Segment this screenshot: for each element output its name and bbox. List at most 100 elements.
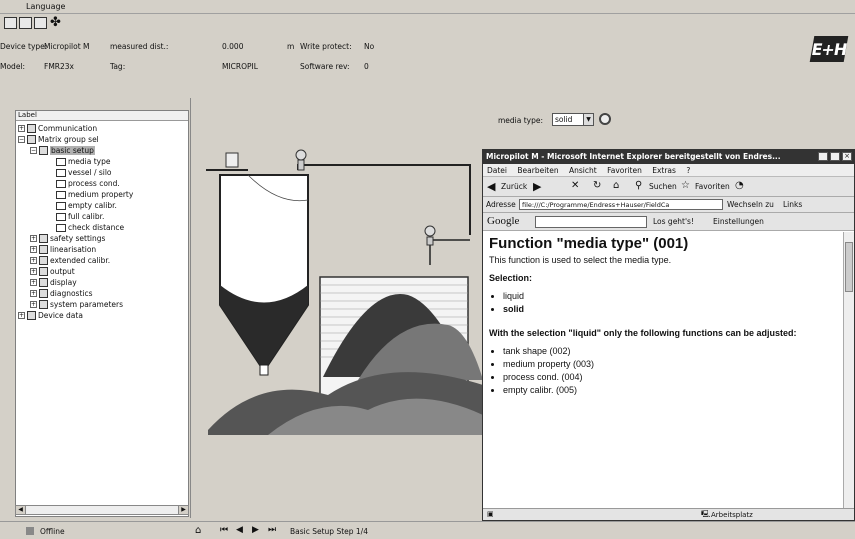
last-step-icon[interactable]: ⏭ xyxy=(268,525,276,535)
search-button[interactable]: Suchen xyxy=(649,182,677,191)
stop-icon[interactable]: ✕ xyxy=(571,180,579,191)
back-icon[interactable]: ◀ xyxy=(487,180,495,193)
parameter-icon xyxy=(56,201,66,210)
favorites-icon[interactable]: ☆ xyxy=(681,180,690,191)
expand-icon[interactable]: + xyxy=(30,246,37,253)
folder-icon xyxy=(27,124,36,133)
model-label: Model: xyxy=(0,62,26,71)
help-intro: This function is used to select the medi… xyxy=(489,255,672,265)
google-settings-button[interactable]: Einstellungen xyxy=(713,217,764,226)
option-solid: solid xyxy=(503,304,838,314)
minimize-icon[interactable] xyxy=(818,152,828,161)
collapse-icon[interactable]: − xyxy=(18,136,25,143)
tree-horizontal-scrollbar[interactable]: ◀ ▶ xyxy=(15,505,189,515)
tree-item-extended-calibr[interactable]: + extended calibr. xyxy=(30,255,110,266)
parameter-icon xyxy=(56,168,66,177)
tree-item-display[interactable]: + display xyxy=(30,277,77,288)
scroll-right-icon[interactable]: ▶ xyxy=(178,506,188,514)
home-icon[interactable]: ⌂ xyxy=(613,180,619,191)
tree-item-basic-setup[interactable]: − basic setup xyxy=(30,145,95,156)
tree-item-system-parameters[interactable]: + system parameters xyxy=(30,299,123,310)
chevron-down-icon[interactable]: ▼ xyxy=(583,114,593,125)
back-button[interactable]: Zurück xyxy=(501,182,527,191)
home-nav-icon[interactable]: ⌂ xyxy=(195,525,201,536)
folder-icon xyxy=(27,311,36,320)
tree-item-communication[interactable]: + Communication xyxy=(18,123,97,134)
selection-label: Selection: xyxy=(489,273,533,283)
first-step-icon[interactable]: ⏮ xyxy=(220,525,228,535)
address-label: Adresse xyxy=(486,200,516,209)
parameter-icon xyxy=(56,212,66,221)
tree-item-empty-calibr[interactable]: empty calibr. xyxy=(56,200,117,211)
tree-item-linearisation[interactable]: + linearisation xyxy=(30,244,96,255)
tree-item-matrix-group[interactable]: − Matrix group sel xyxy=(18,134,99,145)
toolbar-open-icon[interactable] xyxy=(4,17,17,29)
silo-illustration xyxy=(206,149,483,435)
search-icon[interactable]: ⚲ xyxy=(635,180,642,191)
write-protect-label: Write protect: xyxy=(300,42,352,51)
expand-icon[interactable]: + xyxy=(30,268,37,275)
links-button[interactable]: Links xyxy=(783,200,802,209)
browser-title-bar: Micropilot M - Microsoft Internet Explor… xyxy=(483,150,854,164)
menu-ansicht[interactable]: Ansicht xyxy=(569,166,597,175)
function-item: medium property (003) xyxy=(503,359,838,369)
software-label: Software rev: xyxy=(300,62,350,71)
expand-icon[interactable]: + xyxy=(30,301,37,308)
toolbar-print-icon[interactable] xyxy=(34,17,47,29)
media-type-select[interactable]: solid ▼ xyxy=(552,113,594,126)
model-value: FMR23x xyxy=(44,62,74,71)
tag-value: MICROPIL xyxy=(222,62,258,71)
offline-status: Offline xyxy=(40,527,65,536)
refresh-icon[interactable] xyxy=(599,113,611,125)
refresh-page-icon[interactable]: ↻ xyxy=(593,180,601,191)
tree-item-process-cond[interactable]: process cond. xyxy=(56,178,120,189)
browser-vertical-scrollbar[interactable] xyxy=(843,232,854,508)
tree-item-full-calibr[interactable]: full calibr. xyxy=(56,211,104,222)
tree-item-vessel-silo[interactable]: vessel / silo xyxy=(56,167,112,178)
go-button[interactable]: Wechseln zu xyxy=(727,200,774,209)
menu-extras[interactable]: Extras xyxy=(652,166,676,175)
folder-icon xyxy=(39,278,48,287)
forward-icon[interactable]: ▶ xyxy=(533,180,541,193)
tree-item-diagnostics[interactable]: + diagnostics xyxy=(30,288,93,299)
expand-icon[interactable]: + xyxy=(30,257,37,264)
previous-step-icon[interactable]: ◀ xyxy=(236,525,243,535)
menu-language[interactable]: Language xyxy=(26,2,65,11)
function-list: tank shape (002) medium property (003) p… xyxy=(503,346,838,395)
menu-bar: Language xyxy=(0,0,855,14)
expand-icon[interactable]: + xyxy=(30,235,37,242)
maximize-icon[interactable] xyxy=(830,152,840,161)
media-type-value: solid xyxy=(555,115,573,124)
tree-item-device-data[interactable]: + Device data xyxy=(18,310,83,321)
address-input[interactable]: file:///C:/Programme/Endress+Hauser/Fiel… xyxy=(519,199,723,210)
history-icon[interactable]: ◔ xyxy=(735,180,744,191)
tree-item-output[interactable]: + output xyxy=(30,266,75,277)
tree-item-media-type[interactable]: media type xyxy=(56,156,111,167)
zone-label: Arbeitsplatz xyxy=(711,511,753,519)
offline-icon xyxy=(26,527,34,535)
menu-help[interactable]: ? xyxy=(686,166,690,175)
scroll-thumb[interactable] xyxy=(845,242,853,292)
menu-favoriten[interactable]: Favoriten xyxy=(607,166,642,175)
tree-item-safety-settings[interactable]: + safety settings xyxy=(30,233,105,244)
parameter-icon xyxy=(56,157,66,166)
expand-icon[interactable]: + xyxy=(30,279,37,286)
menu-bearbeiten[interactable]: Bearbeiten xyxy=(517,166,558,175)
google-go-button[interactable]: Los geht's! xyxy=(653,217,694,226)
tree-item-check-distance[interactable]: check distance xyxy=(56,222,124,233)
expand-icon[interactable]: + xyxy=(18,312,25,319)
expand-icon[interactable]: + xyxy=(18,125,25,132)
google-search-input[interactable] xyxy=(535,216,647,228)
tree-item-medium-property[interactable]: medium property xyxy=(56,189,133,200)
expand-icon[interactable]: + xyxy=(30,290,37,297)
toolbar-settings-icon[interactable]: ✤ xyxy=(50,15,61,30)
next-step-icon[interactable]: ▶ xyxy=(252,525,259,535)
collapse-icon[interactable]: − xyxy=(30,147,37,154)
toolbar-save-icon[interactable] xyxy=(19,17,32,29)
favorites-button[interactable]: Favoriten xyxy=(695,182,730,191)
tag-label: Tag: xyxy=(110,62,126,71)
tree-header: Label xyxy=(16,111,188,121)
close-icon[interactable]: × xyxy=(842,152,852,161)
menu-datei[interactable]: Datei xyxy=(487,166,507,175)
scroll-left-icon[interactable]: ◀ xyxy=(16,506,26,514)
